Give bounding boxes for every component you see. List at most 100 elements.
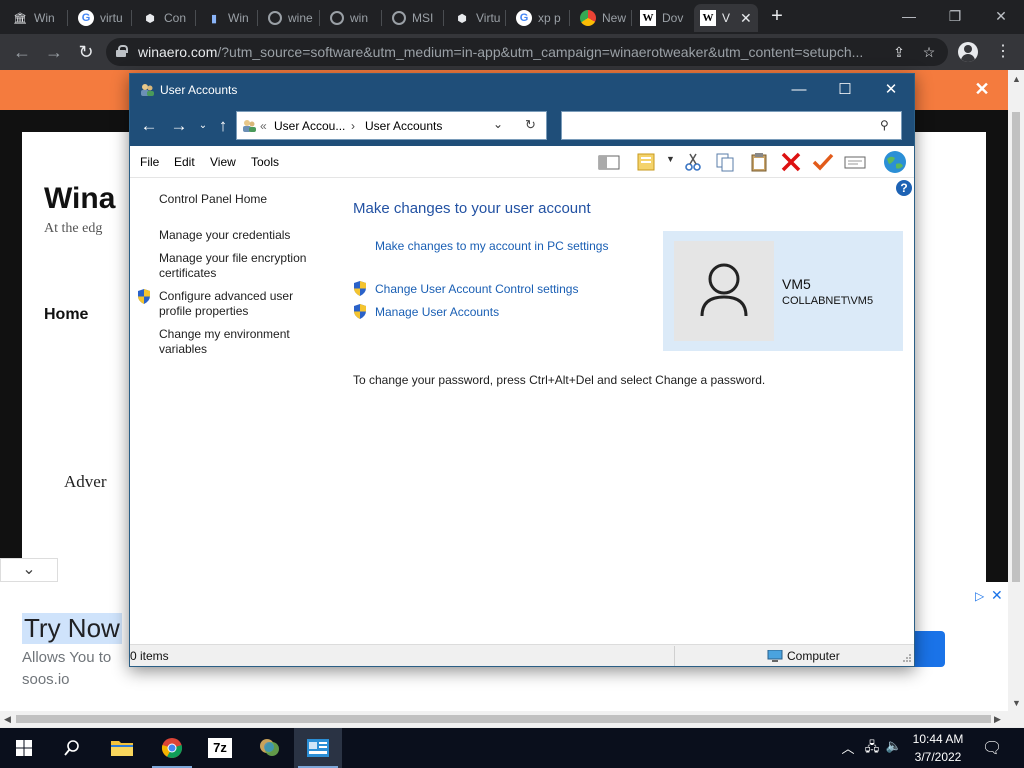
scroll-right-icon[interactable]: ▶ [994, 714, 1001, 725]
browser-tab[interactable]: 🏛 Win [6, 4, 68, 32]
notifications-icon[interactable]: 🗨 [982, 738, 1002, 758]
banner-close-icon[interactable]: ✕ [972, 79, 992, 99]
show-hidden-icons-icon[interactable]: ︿ [838, 738, 858, 757]
copy-icon[interactable] [714, 152, 736, 172]
chrome-icon [161, 738, 183, 758]
address-bar[interactable]: winaero.com/?utm_source=software&utm_med… [106, 38, 948, 66]
ad-cta-button[interactable] [914, 631, 945, 667]
menu-edit[interactable]: Edit [174, 155, 195, 169]
browser-tab[interactable]: MSI [386, 4, 444, 32]
more-menu-icon[interactable]: ⋮ [993, 42, 1013, 62]
browser-toolbar: ← → ↻ winaero.com/?utm_source=software&u… [0, 34, 1024, 70]
breadcrumb-root[interactable]: User Accou... [274, 119, 345, 133]
control-panel-home-link[interactable]: Control Panel Home [159, 192, 329, 207]
refresh-icon[interactable]: ↻ [525, 117, 536, 133]
recent-locations-icon[interactable]: ⌄ [192, 116, 214, 136]
manage-encryption-certificates-link[interactable]: Manage your file encryption certificates [159, 251, 321, 281]
profile-avatar-icon[interactable] [958, 42, 978, 62]
clock-date[interactable]: 3/7/2022 [906, 750, 970, 764]
address-dropdown-icon[interactable]: ⌄ [493, 117, 503, 131]
start-button[interactable] [0, 728, 48, 768]
clock-time[interactable]: 10:44 AM [906, 732, 970, 746]
maximize-icon[interactable]: ☐ [822, 74, 868, 106]
browser-tab[interactable]: ⬢ Virtu [448, 4, 506, 32]
pc-settings-link[interactable]: Make changes to my account in PC setting… [375, 239, 608, 253]
adchoices-icon[interactable]: ▷ [975, 589, 989, 603]
volume-icon[interactable]: 🔈 [884, 738, 904, 754]
restore-icon[interactable]: ❐ [940, 4, 970, 28]
tab-close-icon[interactable]: ✕ [740, 10, 752, 27]
minimize-icon[interactable]: — [776, 74, 822, 106]
browser-tab[interactable]: G virtu [72, 4, 132, 32]
views-dropdown-icon[interactable]: ▼ [666, 154, 675, 164]
browser-tab[interactable]: G xp p [510, 4, 570, 32]
window-titlebar[interactable]: User Accounts — ☐ ✕ [130, 74, 914, 106]
user-accounts-taskbar-button[interactable] [294, 728, 342, 768]
resize-grip-icon[interactable] [902, 653, 912, 663]
share-icon[interactable]: ⇪ [890, 43, 908, 61]
user-name: VM5 [782, 276, 811, 292]
close-icon[interactable]: ✕ [868, 74, 914, 106]
browser-tab[interactable]: win [324, 4, 382, 32]
address-bar[interactable]: « User Accou... › User Accounts ⌄ ↻ [236, 111, 547, 140]
close-icon[interactable]: ✕ [986, 4, 1016, 28]
breadcrumb-current[interactable]: User Accounts [365, 119, 442, 133]
browser-tab[interactable]: W Dov [634, 4, 692, 32]
checkmark-icon[interactable] [812, 152, 834, 172]
browser-tab[interactable]: ▮ Win [200, 4, 258, 32]
url-text[interactable]: winaero.com/?utm_source=software&utm_med… [138, 44, 883, 60]
search-button[interactable] [48, 728, 96, 768]
7zip-button[interactable]: 7z [196, 728, 244, 768]
breadcrumb-overflow[interactable]: « [260, 119, 267, 133]
back-icon[interactable]: ← [10, 41, 34, 63]
manage-user-accounts-link[interactable]: Manage User Accounts [375, 305, 499, 319]
uac-settings-link[interactable]: Change User Account Control settings [375, 282, 578, 296]
scroll-left-icon[interactable]: ◀ [4, 714, 11, 725]
breadcrumb-separator[interactable]: › [351, 119, 355, 133]
paste-icon[interactable] [748, 152, 770, 172]
ad-close-icon[interactable]: ✕ [991, 587, 1005, 603]
ad-title[interactable]: Try Now [22, 613, 122, 644]
search-input[interactable]: ⚲ [561, 111, 902, 140]
file-explorer-button[interactable] [98, 728, 146, 768]
forward-icon[interactable]: → [168, 116, 190, 136]
back-icon[interactable]: ← [138, 116, 160, 136]
minimize-icon[interactable]: — [894, 4, 924, 28]
reload-icon[interactable]: ↻ [74, 41, 98, 63]
manage-credentials-link[interactable]: Manage your credentials [159, 228, 329, 243]
horizontal-scroll-thumb[interactable] [16, 715, 991, 723]
lock-icon[interactable] [116, 45, 128, 57]
vertical-scroll-thumb[interactable] [1012, 112, 1020, 582]
preview-pane-icon[interactable] [598, 152, 620, 172]
scroll-down-icon[interactable]: ▼ [1012, 698, 1021, 708]
page-heading: Make changes to your user account [353, 200, 591, 217]
new-tab-button[interactable]: + [767, 6, 787, 26]
scroll-up-icon[interactable]: ▲ [1012, 74, 1021, 84]
globe-icon[interactable] [882, 150, 908, 174]
delete-icon[interactable] [780, 152, 802, 172]
views-icon[interactable] [636, 152, 658, 172]
nav-home-link[interactable]: Home [44, 306, 88, 324]
browser-tab[interactable]: ⬢ Con [136, 4, 196, 32]
browser-tab[interactable]: wine [262, 4, 320, 32]
tab-label: wine [288, 11, 313, 25]
up-arrow-icon[interactable]: ↑ [212, 116, 234, 136]
browser-tab[interactable]: New [574, 4, 632, 32]
menu-view[interactable]: View [210, 155, 236, 169]
chevron-down-icon[interactable]: ⌄ [0, 558, 58, 582]
advanced-profile-properties-link[interactable]: Configure advanced user profile properti… [159, 289, 309, 319]
properties-icon[interactable] [844, 152, 866, 172]
control-panel-button[interactable] [246, 728, 294, 768]
menu-tools[interactable]: Tools [251, 155, 279, 169]
network-icon[interactable]: 🖧 [862, 738, 882, 760]
bookmark-star-icon[interactable]: ☆ [920, 43, 938, 61]
browser-tab-active[interactable]: W V ✕ [694, 4, 758, 32]
menu-file[interactable]: File [140, 155, 159, 169]
site-title[interactable]: Wina [44, 182, 115, 216]
chrome-taskbar-button[interactable] [148, 728, 196, 768]
environment-variables-link[interactable]: Change my environment variables [159, 327, 309, 357]
help-icon[interactable]: ? [896, 180, 912, 196]
search-icon[interactable]: ⚲ [880, 118, 889, 132]
forward-icon[interactable]: → [42, 41, 66, 63]
cut-icon[interactable] [682, 152, 704, 172]
